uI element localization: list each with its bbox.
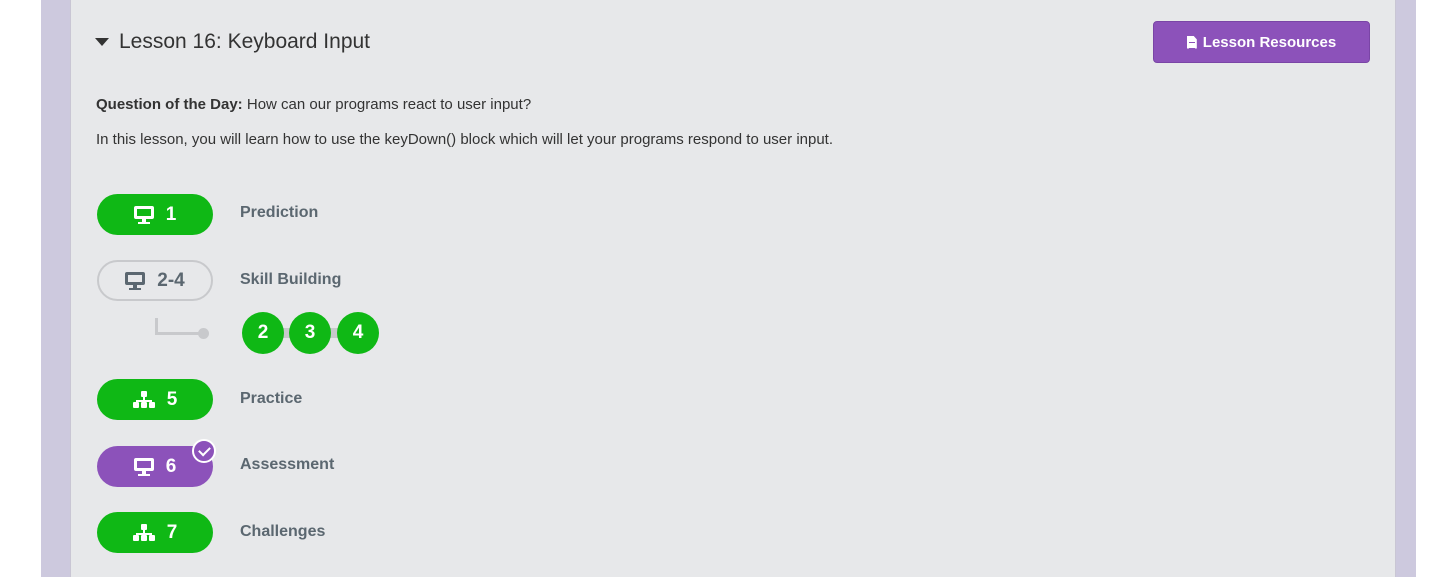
lesson-title: Lesson 16: Keyboard Input — [119, 30, 371, 53]
sublevel-2-bubble[interactable]: 2 — [242, 312, 284, 354]
connector-dot — [198, 328, 209, 339]
monitor-icon — [125, 271, 146, 290]
level-number: 2-4 — [157, 269, 185, 291]
qotd-label: Question of the Day: — [96, 96, 243, 113]
level-number: 5 — [166, 388, 178, 410]
level-2-4-bubble[interactable]: 2-4 — [97, 260, 213, 301]
level-number: 6 — [165, 455, 177, 477]
question-of-the-day: Question of the Day: How can our program… — [96, 96, 531, 113]
lesson-description: In this lesson, you will learn how to us… — [96, 131, 834, 148]
qotd-text: How can our programs react to user input… — [242, 96, 532, 113]
monitor-icon — [133, 205, 154, 224]
sublevel-3-bubble[interactable]: 3 — [289, 312, 331, 354]
level-6-name[interactable]: Assessment — [240, 456, 334, 474]
sublevel-4-bubble[interactable]: 4 — [337, 312, 379, 354]
caret-down-icon — [95, 38, 109, 46]
checkmark-icon — [192, 439, 216, 463]
sitemap-icon — [132, 523, 155, 542]
lesson-header-toggle[interactable]: Lesson 16: Keyboard Input — [95, 30, 370, 54]
document-icon — [1186, 35, 1197, 49]
lesson-resources-label: Lesson Resources — [1202, 33, 1337, 51]
level-number: 7 — [166, 521, 178, 543]
sublevel-connector — [155, 318, 203, 335]
monitor-icon — [133, 457, 154, 476]
level-1-bubble[interactable]: 1 — [97, 194, 213, 235]
level-7-bubble[interactable]: 7 — [97, 512, 213, 553]
lesson-resources-button[interactable]: Lesson Resources — [1153, 21, 1370, 63]
level-5-bubble[interactable]: 5 — [97, 379, 213, 420]
level-2-4-name[interactable]: Skill Building — [240, 271, 341, 289]
level-5-name[interactable]: Practice — [240, 390, 302, 408]
sitemap-icon — [132, 390, 155, 409]
level-7-name[interactable]: Challenges — [240, 523, 325, 541]
level-number: 1 — [165, 203, 177, 225]
level-1-name[interactable]: Prediction — [240, 204, 318, 222]
